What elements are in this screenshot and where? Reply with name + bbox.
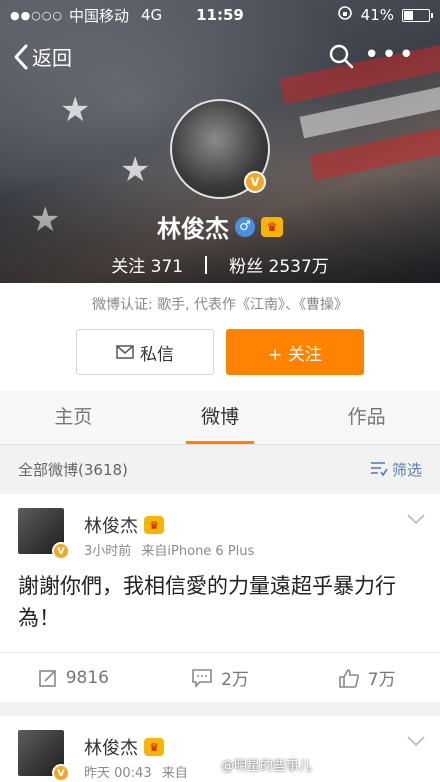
- followers-link[interactable]: 粉丝 2537万: [229, 252, 329, 277]
- chevron-down-icon: [407, 736, 425, 747]
- chevron-left-icon: [14, 44, 28, 69]
- post-author[interactable]: 林俊杰: [84, 512, 138, 538]
- filter-icon: [370, 462, 388, 477]
- vip-crown-icon: ♛: [144, 516, 164, 534]
- post-time: 昨天 00:43: [84, 766, 152, 781]
- status-bar: ●●○○○ 中国移动 4G 11:59 41%: [0, 0, 440, 30]
- post-meta: 昨天 00:43 来自: [84, 762, 188, 781]
- profile-avatar[interactable]: V: [170, 99, 270, 199]
- post-author-row: 林俊杰 ♛: [84, 734, 164, 760]
- post-author-row: 林俊杰 ♛: [84, 512, 164, 538]
- tab-weibo[interactable]: 微博: [147, 391, 294, 444]
- post-avatar[interactable]: V: [18, 730, 70, 782]
- post-time: 3小时前: [84, 544, 132, 559]
- post-source: 来自iPhone 6 Plus: [141, 544, 255, 559]
- post-text: 謝謝你們，我相信愛的力量遠超乎暴力行為！: [18, 574, 396, 630]
- like-count: 7万: [367, 670, 396, 690]
- like-button[interactable]: 7万: [293, 653, 440, 702]
- follow-button[interactable]: + 关注: [226, 329, 364, 375]
- comment-count: 2万: [221, 670, 249, 690]
- post-meta: 3小时前 来自iPhone 6 Plus: [84, 540, 254, 559]
- message-button[interactable]: 私信: [76, 329, 214, 375]
- feed-header: 全部微博(3618) 筛选: [0, 446, 440, 492]
- filter-label: 筛选: [391, 460, 422, 479]
- verification-text: 微博认证: 歌手, 代表作《江南》、《曹操》: [0, 283, 440, 327]
- vip-crown-icon: ♛: [144, 738, 164, 756]
- post-menu-button[interactable]: [406, 510, 426, 529]
- cover-star: ★: [60, 90, 91, 130]
- following-count: 371: [150, 257, 184, 277]
- vip-crown-icon[interactable]: ♛: [261, 216, 283, 237]
- message-label: 私信: [140, 344, 174, 365]
- rotation-lock-icon: [337, 5, 353, 25]
- followers-label: 粉丝: [229, 257, 264, 277]
- signal-icon: ●●○○○: [10, 8, 63, 22]
- more-icon: •••: [363, 40, 416, 70]
- post-avatar[interactable]: V: [18, 508, 70, 560]
- network-label: 4G: [141, 6, 163, 24]
- following-label: 关注: [111, 257, 146, 277]
- verified-badge-icon: V: [244, 171, 266, 193]
- stats-divider: [205, 255, 208, 274]
- status-right: 41%: [337, 5, 433, 25]
- watermark: @明星的些事儿: [220, 759, 312, 774]
- profile-name: 林俊杰: [157, 215, 229, 243]
- male-icon: ♂: [235, 216, 255, 237]
- verified-badge-icon: V: [52, 542, 70, 560]
- repost-count: 9816: [65, 667, 109, 688]
- verified-badge-icon: V: [52, 764, 70, 782]
- search-button[interactable]: [328, 43, 354, 73]
- feed-count: 全部微博(3618): [18, 460, 128, 479]
- profile-name-row: 林俊杰 ♂ ♛: [0, 209, 440, 244]
- feed-post[interactable]: V 林俊杰 ♛ 3小时前 来自iPhone 6 Plus 謝謝你們，我相信愛的力…: [0, 494, 440, 702]
- profile-tabs: 主页 微博 作品: [0, 391, 440, 445]
- repost-button[interactable]: 9816: [0, 653, 147, 702]
- post-source: 来自: [161, 766, 188, 781]
- battery-icon: [402, 8, 433, 22]
- filter-button[interactable]: 筛选: [370, 459, 422, 480]
- search-icon: [329, 44, 354, 69]
- back-label: 返回: [32, 46, 72, 70]
- carrier-label: 中国移动: [69, 6, 130, 25]
- feed-post[interactable]: V 林俊杰 ♛ 昨天 00:43 来自 @明星的些事儿: [0, 716, 440, 782]
- back-button[interactable]: 返回: [12, 42, 72, 71]
- post-menu-button[interactable]: [406, 732, 426, 751]
- repost-icon: [38, 669, 56, 687]
- thumbs-up-icon: [338, 668, 359, 688]
- comment-icon: [192, 668, 212, 688]
- chevron-down-icon: [407, 514, 425, 525]
- profile-actions: 私信 + 关注: [0, 327, 440, 391]
- post-actions: 9816 2万 7万: [0, 652, 440, 702]
- top-nav: 返回 •••: [0, 36, 440, 80]
- post-author[interactable]: 林俊杰: [84, 734, 138, 760]
- followers-count: 2537万: [268, 257, 329, 277]
- battery-fill: [404, 10, 414, 20]
- follow-label: + 关注: [268, 344, 322, 365]
- envelope-icon: [116, 345, 134, 359]
- tab-home[interactable]: 主页: [0, 391, 147, 444]
- following-link[interactable]: 关注 371: [111, 252, 183, 277]
- profile-stats: 关注 371 粉丝 2537万: [0, 252, 440, 277]
- more-button[interactable]: •••: [364, 40, 416, 70]
- battery-percent: 41%: [360, 6, 394, 24]
- comment-button[interactable]: 2万: [147, 653, 294, 702]
- tab-works[interactable]: 作品: [293, 391, 440, 444]
- profile-cover: ★ ★ ★ ●●○○○ 中国移动 4G 11:59 41% 返回 ••• V 林…: [0, 0, 440, 283]
